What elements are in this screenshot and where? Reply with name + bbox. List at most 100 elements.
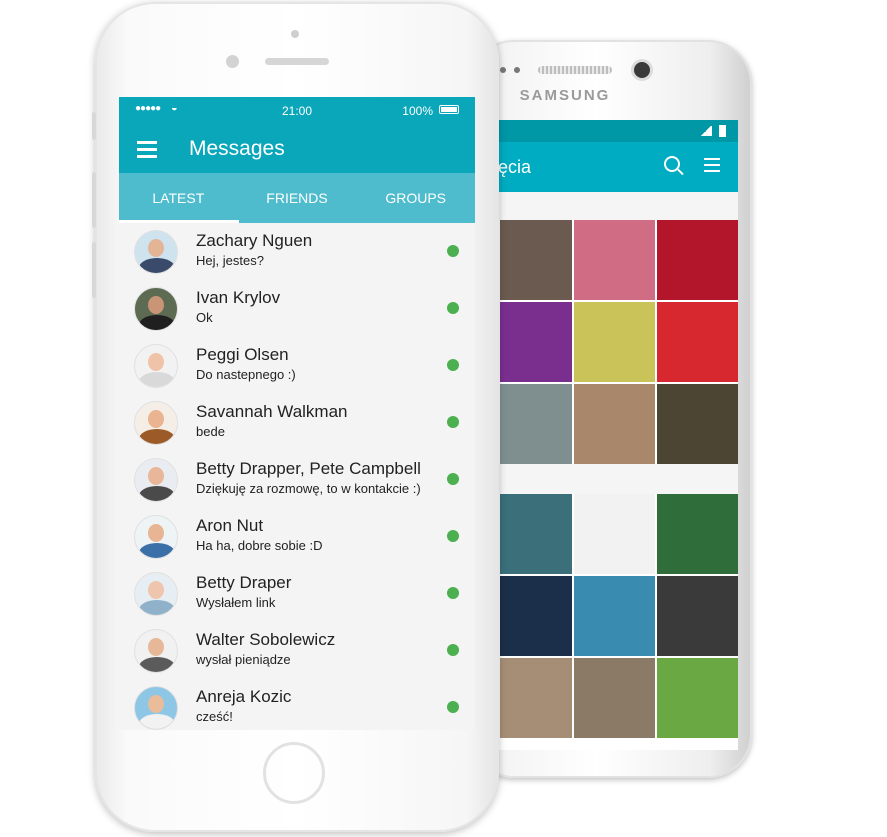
avatar-body <box>139 372 175 387</box>
contact-name: Savannah Walkman <box>196 402 348 421</box>
message-item[interactable]: Peggi Olsen Do nastepnego :) <box>119 337 475 394</box>
photo-thumbnail[interactable] <box>574 576 655 656</box>
photo-thumbnail[interactable] <box>574 384 655 464</box>
search-icon[interactable] <box>664 156 680 172</box>
contact-name: Walter Sobolewicz <box>196 630 336 649</box>
signal-icon <box>700 126 712 136</box>
iphone: ●●●●● ◒ 21:00 100% Messages LATEST FRIEN… <box>92 2 499 832</box>
android-status-bar <box>498 120 738 142</box>
avatar <box>134 686 178 730</box>
message-item[interactable]: Walter Sobolewicz wysłał pieniądze <box>119 622 475 679</box>
photo-thumbnail[interactable] <box>657 576 738 656</box>
online-status-icon <box>447 530 459 542</box>
message-preview: Dziękuję za rozmowę, to w kontakcie :) <box>196 481 421 496</box>
battery-icon <box>719 125 726 137</box>
photo-thumbnail[interactable] <box>500 220 572 300</box>
front-camera-icon <box>634 62 650 78</box>
photo-thumbnail[interactable] <box>574 658 655 738</box>
message-preview: bede <box>196 424 225 439</box>
photo-thumbnail[interactable] <box>657 384 738 464</box>
message-item[interactable]: Aron Nut Ha ha, dobre sobie :D <box>119 508 475 565</box>
hamburger-menu-icon[interactable] <box>137 141 157 162</box>
section-header <box>498 464 738 494</box>
message-preview: cześć! <box>196 709 233 724</box>
volume-down-button <box>92 242 96 298</box>
tab-latest[interactable]: LATEST <box>119 173 238 223</box>
online-status-icon <box>447 644 459 656</box>
message-preview: Hej, jestes? <box>196 253 264 268</box>
message-preview: wysłał pieniądze <box>196 652 291 667</box>
photo-grid <box>498 494 738 738</box>
avatar-body <box>139 714 175 729</box>
gallery-appbar: ęcia <box>498 142 738 192</box>
sensor-dot <box>500 67 506 73</box>
samsung-phone: SAMSUNG ęcia <box>470 40 752 778</box>
message-preview: Ok <box>196 310 213 325</box>
tab-friends[interactable]: FRIENDS <box>238 173 357 223</box>
avatar-body <box>139 315 175 330</box>
contact-name: Zachary Nguen <box>196 231 313 250</box>
contact-name: Betty Drapper, Pete Campbell <box>196 459 421 478</box>
list-view-icon[interactable] <box>704 158 720 174</box>
photo-thumbnail[interactable] <box>500 576 572 656</box>
photo-thumbnail[interactable] <box>574 494 655 574</box>
photo-thumbnail[interactable] <box>657 220 738 300</box>
photo-thumbnail[interactable] <box>574 220 655 300</box>
mute-switch <box>92 112 96 140</box>
avatar-face <box>148 239 164 257</box>
photo-thumbnail[interactable] <box>500 384 572 464</box>
avatar <box>134 572 178 616</box>
photo-thumbnail[interactable] <box>657 302 738 382</box>
message-preview: Do nastepnego :) <box>196 367 296 382</box>
avatar <box>134 287 178 331</box>
online-status-icon <box>447 587 459 599</box>
photo-thumbnail[interactable] <box>574 302 655 382</box>
message-item[interactable]: Betty Drapper, Pete Campbell Dziękuję za … <box>119 451 475 508</box>
avatar-face <box>148 467 164 485</box>
volume-up-button <box>92 172 96 228</box>
online-status-icon <box>447 302 459 314</box>
online-status-icon <box>447 416 459 428</box>
online-status-icon <box>447 245 459 257</box>
message-item[interactable]: Betty Draper Wysłałem link <box>119 565 475 622</box>
avatar <box>134 344 178 388</box>
online-status-icon <box>447 473 459 485</box>
samsung-brand: SAMSUNG <box>519 87 611 104</box>
avatar-face <box>148 410 164 428</box>
speaker-grille <box>538 66 612 74</box>
photo-thumbnail[interactable] <box>657 494 738 574</box>
tab-groups[interactable]: GROUPS <box>356 173 475 223</box>
contact-name: Betty Draper <box>196 573 292 592</box>
message-item[interactable]: Anreja Kozic cześć! <box>119 679 475 730</box>
avatar-face <box>148 296 164 314</box>
online-status-icon <box>447 359 459 371</box>
battery-percent: 100% <box>402 104 433 118</box>
online-status-icon <box>447 701 459 713</box>
photo-thumbnail[interactable] <box>500 302 572 382</box>
app-bar: Messages <box>119 123 475 173</box>
section-header <box>498 192 738 220</box>
avatar-body <box>139 543 175 558</box>
avatar-body <box>139 657 175 672</box>
photo-thumbnail[interactable] <box>500 494 572 574</box>
avatar-face <box>148 353 164 371</box>
contact-name: Peggi Olsen <box>196 345 289 364</box>
battery-icon <box>439 105 459 114</box>
avatar-face <box>148 638 164 656</box>
avatar-body <box>139 429 175 444</box>
message-item[interactable]: Ivan Krylov Ok <box>119 280 475 337</box>
avatar <box>134 458 178 502</box>
photo-thumbnail[interactable] <box>500 658 572 738</box>
photo-thumbnail[interactable] <box>657 658 738 738</box>
gallery-title: ęcia <box>498 157 532 177</box>
message-preview: Ha ha, dobre sobie :D <box>196 538 323 553</box>
message-item[interactable]: Savannah Walkman bede <box>119 394 475 451</box>
sensor-dot <box>226 55 239 68</box>
avatar <box>134 230 178 274</box>
avatar-body <box>139 486 175 501</box>
message-item[interactable]: Zachary Nguen Hej, jestes? <box>119 223 475 280</box>
home-button[interactable] <box>263 742 325 804</box>
photo-grid <box>498 220 738 464</box>
sensor-dot <box>514 67 520 73</box>
message-preview: Wysłałem link <box>196 595 276 610</box>
